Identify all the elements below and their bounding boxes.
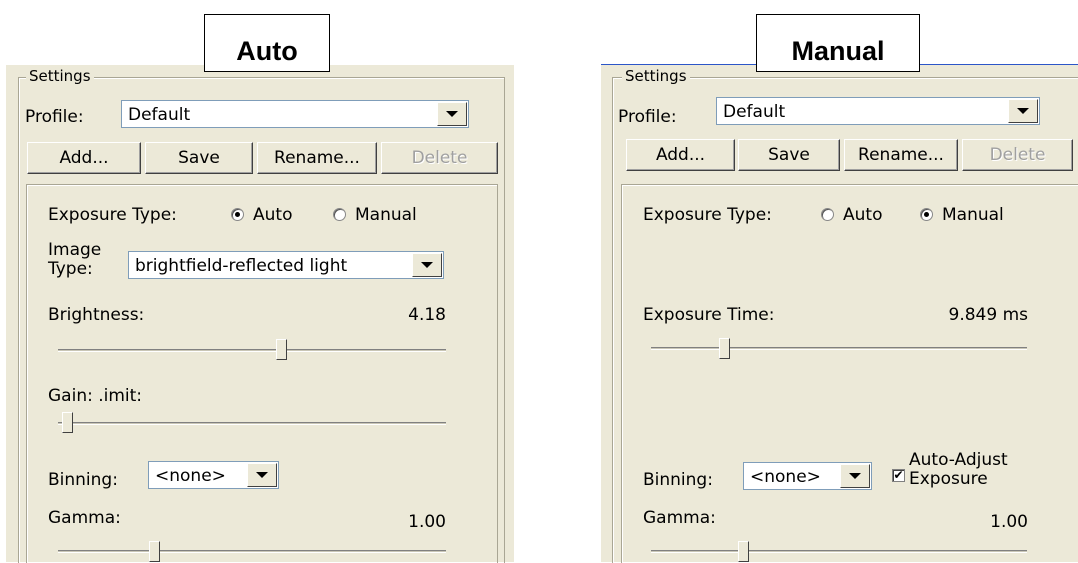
- auto-radio[interactable]: [231, 208, 244, 221]
- auto-adjust-label-line2: Exposure: [909, 469, 988, 489]
- binning-label: Binning:: [48, 470, 118, 490]
- gain-limit-label: Gain: .imit:: [48, 386, 143, 406]
- brightness-slider-track[interactable]: [58, 349, 446, 352]
- binning-label: Binning:: [643, 470, 713, 490]
- settings-group-label: Settings: [622, 67, 690, 85]
- rename-profile-button[interactable]: Rename...: [257, 142, 377, 174]
- brightness-slider-thumb[interactable]: [276, 339, 287, 360]
- image-type-label-line1: Image: [48, 240, 102, 260]
- binning-dropdown[interactable]: <none>: [148, 461, 279, 489]
- save-profile-button[interactable]: Save: [145, 142, 253, 174]
- auto-adjust-label-line1: Auto-Adjust: [909, 450, 1008, 470]
- exposure-time-value: 9.849 ms: [948, 305, 1029, 325]
- gain-limit-slider-thumb[interactable]: [62, 412, 73, 433]
- exposure-time-slider-track[interactable]: [651, 347, 1027, 350]
- chevron-down-icon[interactable]: [840, 464, 870, 488]
- binning-value: <none>: [155, 466, 226, 486]
- gamma-slider-track[interactable]: [651, 550, 1027, 553]
- exposure-type-label: Exposure Type:: [48, 205, 177, 225]
- gamma-label: Gamma:: [48, 508, 121, 528]
- profile-label: Profile:: [618, 107, 677, 127]
- profile-value: Default: [723, 102, 786, 122]
- auto-settings-panel: Settings Profile: Default Add... Save Re…: [6, 65, 514, 563]
- rename-profile-button[interactable]: Rename...: [844, 139, 958, 171]
- profile-dropdown[interactable]: Default: [716, 97, 1040, 125]
- profile-label: Profile:: [25, 107, 84, 127]
- manual-radio-label: Manual: [942, 205, 1004, 225]
- auto-radio[interactable]: [821, 208, 834, 221]
- brightness-value: 4.18: [408, 305, 446, 325]
- auto-radio-label: Auto: [843, 205, 883, 225]
- gamma-slider-track[interactable]: [58, 550, 446, 553]
- profile-value: Default: [128, 105, 191, 125]
- settings-group-label: Settings: [26, 67, 94, 85]
- manual-mode-tag: Manual: [756, 14, 920, 72]
- binning-value: <none>: [750, 467, 821, 487]
- save-profile-button[interactable]: Save: [738, 139, 840, 171]
- exposure-time-label: Exposure Time:: [643, 305, 775, 325]
- gamma-slider-thumb[interactable]: [149, 541, 160, 562]
- manual-settings-panel: Settings Profile: Default Add... Save Re…: [601, 65, 1078, 563]
- manual-radio[interactable]: [920, 208, 933, 221]
- exposure-groupbox: [621, 184, 1078, 563]
- image-type-value: brightfield-reflected light: [135, 256, 348, 276]
- chevron-down-icon[interactable]: [437, 102, 467, 126]
- manual-radio[interactable]: [333, 208, 346, 221]
- profile-dropdown[interactable]: Default: [121, 100, 469, 128]
- image-type-label-line2: Type:: [48, 259, 93, 279]
- auto-radio-label: Auto: [253, 205, 293, 225]
- add-profile-button[interactable]: Add...: [27, 142, 141, 174]
- gamma-label: Gamma:: [643, 508, 716, 528]
- gamma-value: 1.00: [408, 512, 446, 532]
- image-type-dropdown[interactable]: brightfield-reflected light: [128, 251, 444, 279]
- binning-dropdown[interactable]: <none>: [743, 462, 872, 490]
- gamma-value: 1.00: [990, 512, 1028, 532]
- chevron-down-icon[interactable]: [247, 463, 277, 487]
- auto-adjust-exposure-checkbox[interactable]: ✔: [892, 469, 905, 482]
- delete-profile-button[interactable]: Delete: [962, 139, 1073, 171]
- chevron-down-icon[interactable]: [1008, 99, 1038, 123]
- brightness-label: Brightness:: [48, 305, 145, 325]
- gain-limit-slider-track[interactable]: [58, 422, 446, 425]
- manual-radio-label: Manual: [355, 205, 417, 225]
- exposure-time-slider-thumb[interactable]: [719, 338, 730, 359]
- gamma-slider-thumb[interactable]: [738, 541, 749, 562]
- auto-mode-tag: Auto: [204, 14, 330, 72]
- exposure-type-label: Exposure Type:: [643, 205, 772, 225]
- chevron-down-icon[interactable]: [412, 253, 442, 277]
- delete-profile-button[interactable]: Delete: [381, 142, 498, 174]
- add-profile-button[interactable]: Add...: [626, 139, 735, 171]
